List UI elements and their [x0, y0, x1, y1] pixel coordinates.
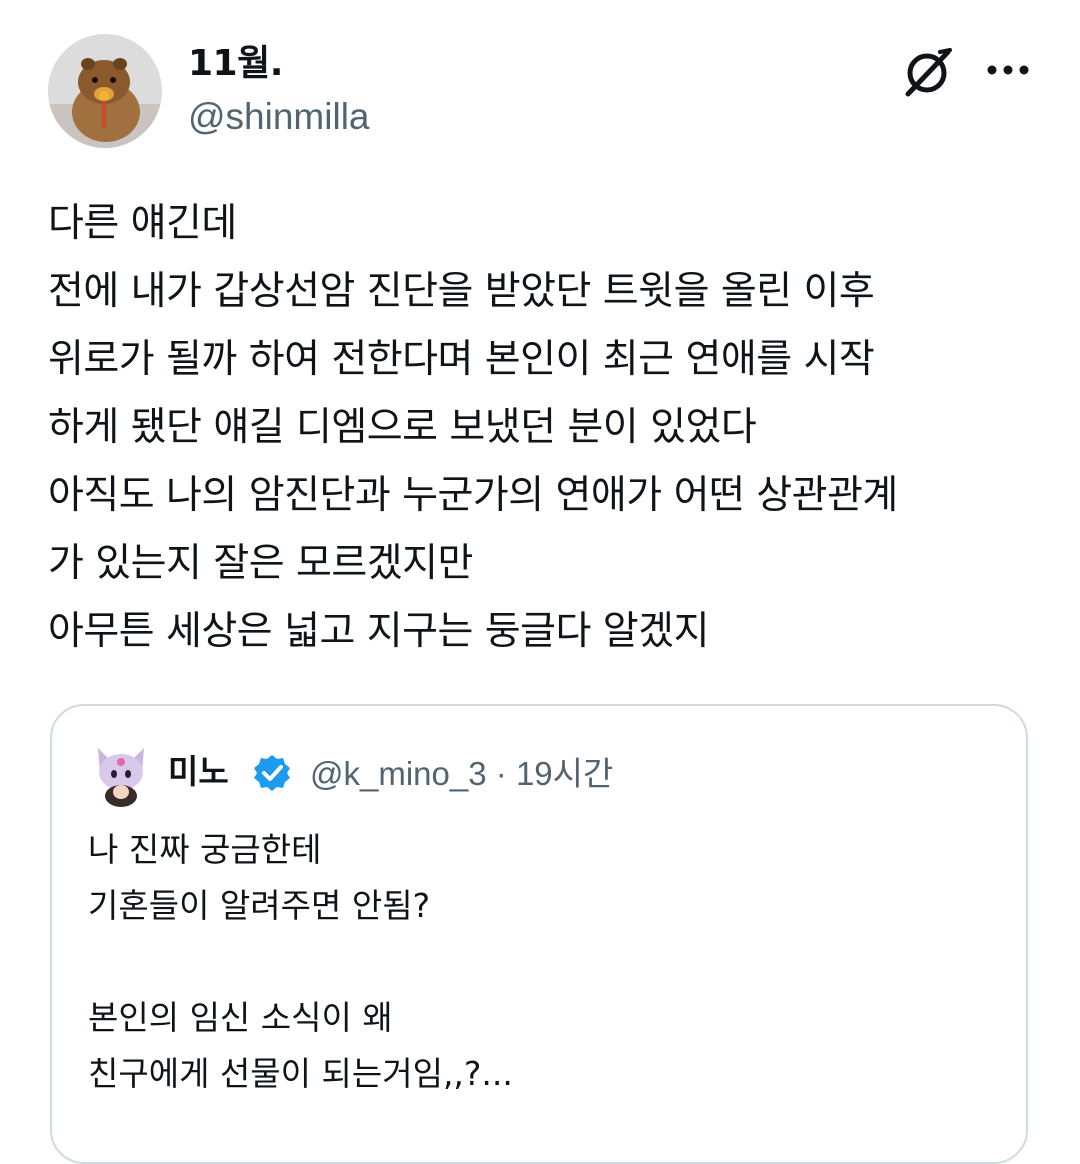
tweet-line: 다른 얘긴데: [48, 201, 237, 246]
author-handle[interactable]: @shinmilla: [188, 94, 370, 140]
quoted-meta: @k_mino_3 · 19시간: [310, 752, 613, 796]
tweet-line: 아무튼 세상은 넓고 지구는 둥글다 알겠지: [48, 609, 709, 654]
quoted-tweet-text: 나 진짜 궁금한테 기혼들이 알려주면 안됨? 본인의 임신 소식이 왜 친구에…: [88, 822, 988, 1102]
quoted-line: 나 진짜 궁금한테: [88, 830, 322, 869]
tweet-line: 가 있는지 잘은 모르겠지만: [48, 541, 473, 586]
tweet-line: 전에 내가 갑상선암 진단을 받았단 트윗을 올린 이후: [48, 269, 875, 314]
quoted-line: 본인의 임신 소식이 왜: [88, 998, 393, 1037]
quoted-tweet-card[interactable]: 미노 @k_mino_3 · 19시간 나 진짜 궁금한테 기혼들이 알려주면 …: [50, 704, 1028, 1164]
meta-separator: ·: [495, 755, 507, 792]
verified-badge-icon: [252, 753, 292, 793]
tweet-text: 다른 얘긴데 전에 내가 갑상선암 진단을 받았단 트윗을 올린 이후 위로가 …: [48, 190, 1048, 666]
author-avatar[interactable]: [48, 34, 162, 148]
tweet-line: 하게 됐단 얘길 디엠으로 보냈던 분이 있었다: [48, 405, 757, 450]
author-display-name[interactable]: 11월.: [188, 42, 283, 86]
quoted-author-handle[interactable]: @k_mino_3: [310, 755, 487, 792]
grok-icon[interactable]: [898, 42, 958, 102]
tweet-header: 11월. @shinmilla: [48, 34, 1038, 150]
quoted-line: 기혼들이 알려주면 안됨?: [88, 886, 431, 925]
quoted-line: [88, 934, 988, 990]
quoted-timestamp[interactable]: 19시간: [516, 755, 613, 792]
more-dots-icon[interactable]: [978, 42, 1038, 102]
quoted-author-name[interactable]: 미노: [168, 750, 229, 794]
hamster-avatar-icon: [48, 34, 162, 148]
kuromi-avatar-icon: [98, 748, 144, 807]
quoted-author-avatar[interactable]: [90, 742, 152, 808]
tweet-line: 아직도 나의 암진단과 누군가의 연애가 어떤 상관관계: [48, 473, 898, 518]
quoted-line: 친구에게 선물이 되는거임,,?...: [88, 1054, 513, 1093]
tweet-line: 위로가 될까 하여 전한다며 본인이 최근 연애를 시작: [48, 337, 875, 382]
